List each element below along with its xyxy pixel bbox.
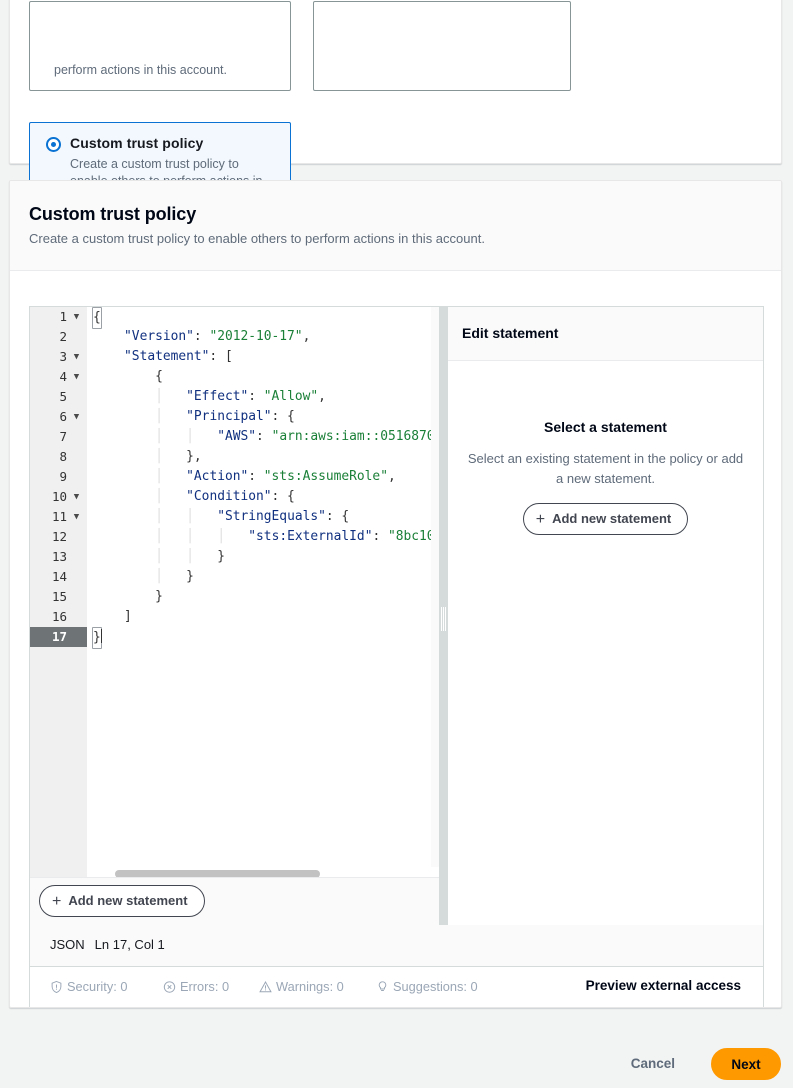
line-number-9[interactable]: 9 — [30, 467, 87, 487]
line-number-11[interactable]: 11 ▼ — [30, 507, 87, 527]
custom-trust-policy-card: Custom trust policy Create a custom trus… — [9, 180, 782, 1008]
cancel-button[interactable]: Cancel — [621, 1050, 685, 1077]
fold-toggle-icon[interactable]: ▼ — [71, 347, 82, 367]
code-line-13[interactable]: │ │ } — [93, 547, 439, 567]
code-line-9[interactable]: │ "Action": "sts:AssumeRole", — [93, 467, 439, 487]
policy-editor: 1 ▼ 2 3 ▼ 4 ▼ 5 6 ▼ 7 8 9 10 ▼ 11 ▼ 12 13 14 15 16 17 { "Versi… — [29, 306, 764, 926]
status-badge-security: Security: 0 — [50, 979, 127, 994]
line-number-14[interactable]: 14 — [30, 567, 87, 587]
empty-state-title: Select a statement — [544, 419, 667, 435]
line-number-6[interactable]: 6 ▼ — [30, 407, 87, 427]
line-number-5[interactable]: 5 — [30, 387, 87, 407]
add-new-statement-button-panel[interactable]: + Add new statement — [522, 503, 689, 535]
line-number-4[interactable]: 4 ▼ — [30, 367, 87, 387]
code-content[interactable]: { "Version": "2012-10-17", "Statement": … — [87, 307, 439, 877]
status-badge-suggestions-label: Suggestions: 0 — [393, 979, 478, 994]
splitter-grip-icon — [441, 607, 446, 631]
page-title: Custom trust policy — [29, 204, 197, 224]
editor-language-label: JSON — [50, 937, 85, 952]
trust-option-tile-partial-b[interactable] — [313, 1, 571, 91]
status-badge-warnings-label: Warnings: 0 — [276, 979, 344, 994]
code-area[interactable]: 1 ▼ 2 3 ▼ 4 ▼ 5 6 ▼ 7 8 9 10 ▼ 11 ▼ 12 13 14 15 16 17 { "Versi… — [30, 307, 439, 877]
line-number-13[interactable]: 13 — [30, 547, 87, 567]
line-number-12[interactable]: 12 — [30, 527, 87, 547]
status-badge-errors: Errors: 0 — [163, 979, 229, 994]
code-line-8[interactable]: │ }, — [93, 447, 439, 467]
editor-status-bar: JSON Ln 17, Col 1 — [29, 925, 764, 967]
edit-statement-empty-state: Select a statement Select an existing st… — [448, 419, 763, 535]
edit-statement-title: Edit statement — [462, 325, 559, 341]
line-number-1[interactable]: 1 ▼ — [30, 307, 87, 327]
fold-toggle-icon[interactable]: ▼ — [71, 407, 82, 427]
shield-icon — [51, 980, 62, 994]
fold-toggle-icon[interactable]: ▼ — [71, 487, 82, 507]
empty-state-description: Select an existing statement in the poli… — [467, 451, 744, 486]
line-number-8[interactable]: 8 — [30, 447, 87, 467]
fold-toggle-icon[interactable]: ▼ — [71, 307, 82, 327]
editor-splitter-handle[interactable] — [439, 307, 448, 926]
status-badge-errors-label: Errors: 0 — [180, 979, 230, 994]
editor-footer-bar: + Add new statement — [30, 877, 439, 925]
code-line-11[interactable]: │ │ "StringEquals": { — [93, 507, 439, 527]
trust-option-tile-partial-a[interactable]: perform actions in this account. — [29, 1, 291, 91]
fold-toggle-icon[interactable]: ▼ — [71, 367, 82, 387]
code-line-17[interactable]: } — [92, 627, 439, 649]
next-button[interactable]: Next — [711, 1048, 781, 1080]
code-line-1[interactable]: { — [92, 307, 439, 329]
policy-code-editor-pane: 1 ▼ 2 3 ▼ 4 ▼ 5 6 ▼ 7 8 9 10 ▼ 11 ▼ 12 13 14 15 16 17 { "Versi… — [30, 307, 439, 925]
radio-selected-icon[interactable] — [46, 137, 61, 152]
plus-icon: + — [535, 511, 546, 528]
add-new-statement-label: Add new statement — [552, 511, 672, 526]
line-number-2[interactable]: 2 — [30, 327, 87, 347]
policy-card-header: Custom trust policy Create a custom trus… — [10, 181, 781, 271]
code-line-14[interactable]: │ } — [93, 567, 439, 587]
code-vertical-scrollbar[interactable] — [431, 307, 439, 877]
status-badge-warnings: Warnings: 0 — [259, 979, 344, 994]
wizard-footer: Cancel Next — [0, 1038, 793, 1088]
line-number-7[interactable]: 7 — [30, 427, 87, 447]
code-line-4[interactable]: { — [93, 367, 439, 387]
add-new-statement-label: Add new statement — [68, 893, 188, 908]
edit-statement-pane: Edit statement Select a statement Select… — [448, 307, 763, 926]
plus-icon: + — [52, 893, 62, 910]
status-badge-security-label: Security: 0 — [67, 979, 128, 994]
trust-entity-selection-card: perform actions in this account. Custom … — [9, 0, 782, 218]
editor-cursor-position: Ln 17, Col 1 — [94, 937, 165, 952]
code-line-12[interactable]: │ │ │ "sts:ExternalId": "8bc10a37-1111-4… — [93, 527, 439, 547]
policy-validation-bar: Security: 0 Errors: 0 Warnings: 0 Sugges… — [29, 967, 764, 1007]
code-line-10[interactable]: │ "Condition": { — [93, 487, 439, 507]
code-line-3[interactable]: "Statement": [ — [93, 347, 439, 367]
line-number-gutter: 1 ▼ 2 3 ▼ 4 ▼ 5 6 ▼ 7 8 9 10 ▼ 11 ▼ 12 13 14 15 16 17 — [30, 307, 87, 877]
code-line-7[interactable]: │ │ "AWS": "arn:aws:iam::051687089423:ro… — [93, 427, 439, 447]
custom-trust-policy-title: Custom trust policy — [70, 135, 204, 151]
line-number-16[interactable]: 16 — [30, 607, 87, 627]
editor-status-text: JSON Ln 17, Col 1 — [50, 937, 175, 952]
warning-triangle-icon — [259, 980, 272, 993]
code-line-15[interactable]: } — [93, 587, 439, 607]
error-circle-x-icon — [163, 981, 176, 993]
line-number-3[interactable]: 3 ▼ — [30, 347, 87, 367]
code-line-16[interactable]: ] — [93, 607, 439, 627]
line-number-17[interactable]: 17 — [30, 627, 87, 647]
trust-option-a-description: perform actions in this account. — [54, 63, 227, 77]
page-subtitle: Create a custom trust policy to enable o… — [29, 231, 485, 246]
status-badge-suggestions: Suggestions: 0 — [376, 979, 478, 994]
add-new-statement-button-editor[interactable]: + Add new statement — [39, 885, 205, 917]
code-line-2[interactable]: "Version": "2012-10-17", — [93, 327, 439, 347]
preview-external-access-link[interactable]: Preview external access — [586, 978, 741, 993]
edit-statement-header: Edit statement — [448, 307, 763, 361]
lightbulb-icon — [378, 981, 387, 991]
code-line-6[interactable]: │ "Principal": { — [93, 407, 439, 427]
fold-toggle-icon[interactable]: ▼ — [71, 507, 82, 527]
code-line-5[interactable]: │ "Effect": "Allow", — [93, 387, 439, 407]
line-number-15[interactable]: 15 — [30, 587, 87, 607]
line-number-10[interactable]: 10 ▼ — [30, 487, 87, 507]
